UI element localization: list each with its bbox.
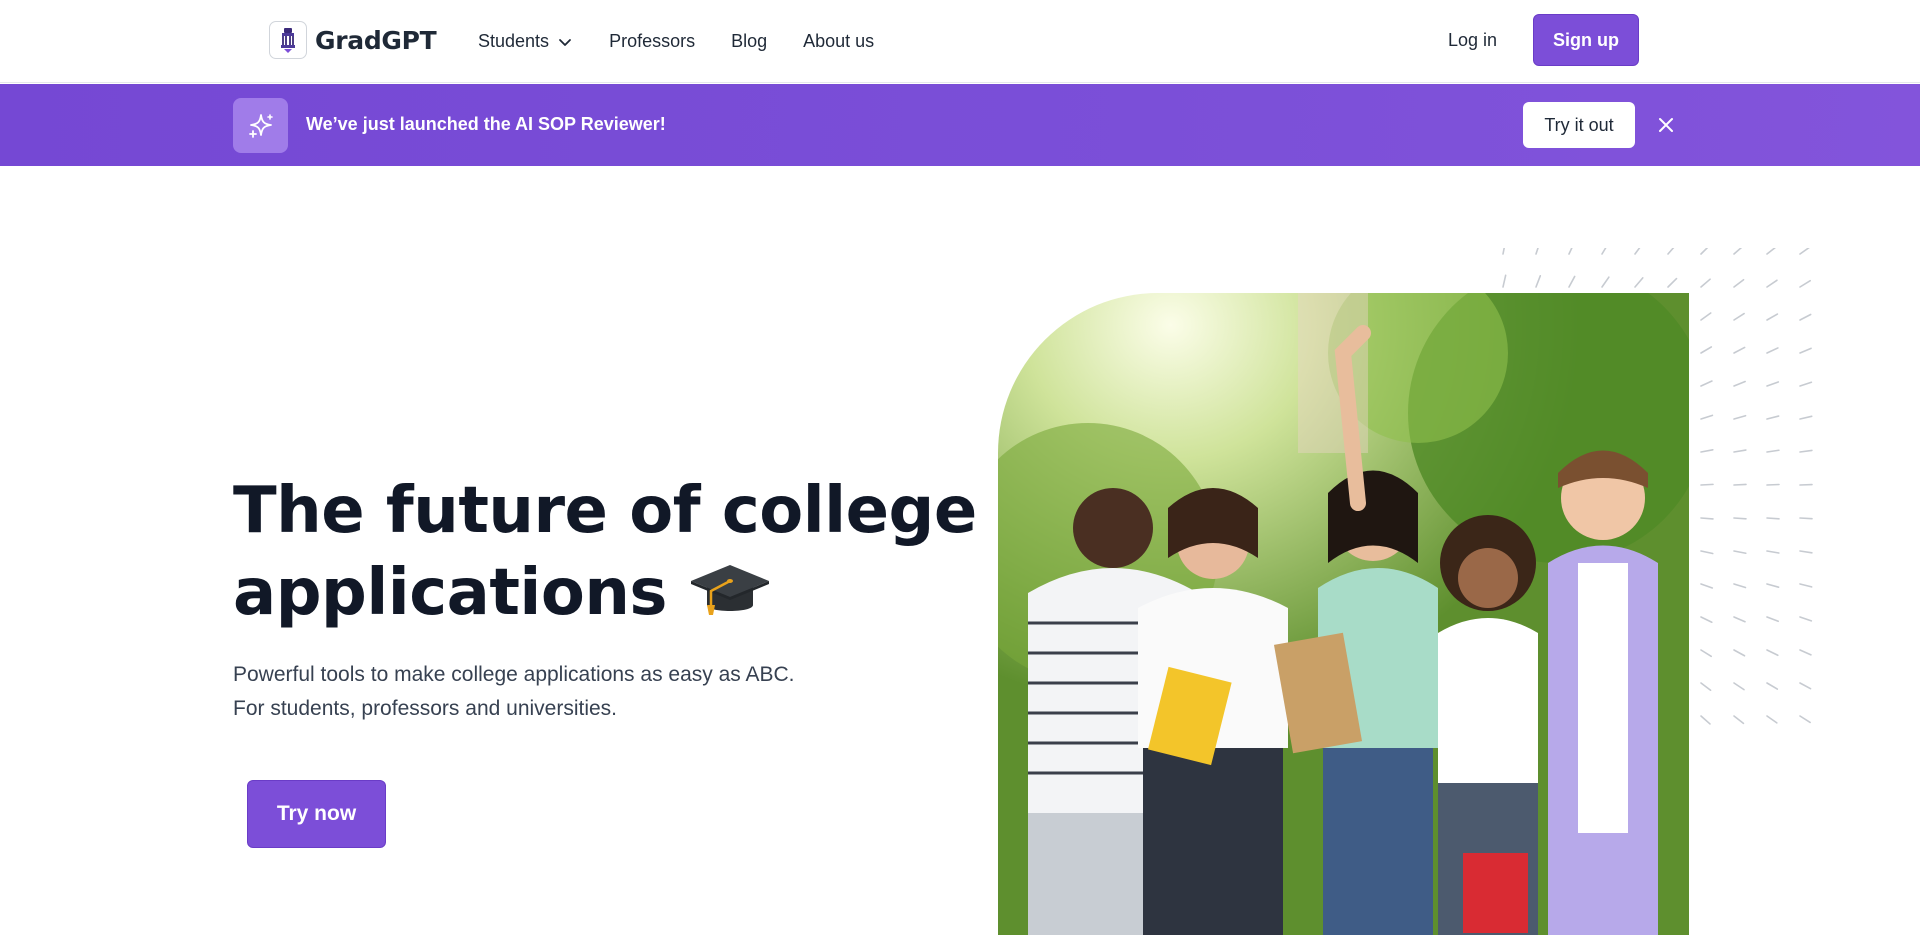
decorative-dash [1700,380,1713,387]
decorative-dash [1766,715,1778,724]
decorative-dash [1700,346,1713,354]
decorative-dash [1733,682,1745,691]
decorative-dash [1700,715,1711,725]
primary-nav: Students Professors Blog About us [478,0,874,83]
decorative-dash [1799,347,1812,354]
decorative-dash [1799,313,1812,321]
decorative-dash [1766,682,1779,690]
decorative-dash [1733,380,1746,387]
decorative-dash [1733,278,1745,288]
decorative-dash [1502,274,1507,288]
decorative-dash [1799,616,1813,622]
decorative-dash [1766,248,1776,255]
decorative-dash [1766,381,1780,387]
decorative-dash [1634,277,1644,288]
decorative-dash [1700,414,1714,420]
decorative-dash [1733,483,1747,486]
decorative-dash [1700,550,1714,555]
decorative-dash [1766,583,1780,588]
graduation-cap-icon [690,565,769,616]
decorative-dash [1799,649,1812,656]
decorative-dash [1799,381,1813,387]
banner-message: We’ve just launched the AI SOP Reviewer! [306,114,666,134]
hero-subtitle: Powerful tools to make college applicati… [233,658,794,726]
decorative-dash [1799,449,1813,453]
decorative-dash [1766,449,1780,453]
decorative-dash [1799,415,1813,420]
decorative-dash [1733,449,1747,453]
decorative-dash [1700,517,1714,520]
nav-link-students[interactable]: Students [478,31,573,52]
top-navigation: GradGPT Students Professors Blog About u… [0,0,1920,83]
login-link[interactable]: Log in [1448,30,1497,51]
logo-icon [269,21,307,59]
decorative-dash [1766,313,1779,321]
decorative-dash [1799,248,1810,255]
decorative-dash [1535,274,1542,288]
chevron-down-icon [559,38,571,46]
nav-link-students-label: Students [478,31,550,51]
decorative-dash [1700,448,1714,453]
decorative-dash [1733,550,1747,555]
decorative-dash [1766,550,1780,554]
decorative-dash [1766,649,1779,657]
decorative-dash [1733,312,1745,321]
try-it-out-button[interactable]: Try it out [1523,102,1635,148]
logo-text: GradGPT [315,25,437,55]
decorative-dash [1568,248,1573,255]
decorative-dash [1799,279,1812,288]
decorative-dash [1733,517,1747,520]
announcement-banner: We’ve just launched the AI SOP Reviewer!… [0,84,1920,166]
decorative-dash [1700,616,1713,624]
hero-title-line-2: applications [233,552,953,634]
decorative-dash [1799,550,1813,554]
decorative-dash [1700,248,1709,255]
nav-link-about-us[interactable]: About us [803,31,874,52]
decorative-dash [1700,583,1714,589]
close-icon[interactable] [1654,113,1678,137]
hero-subtitle-line-1: Powerful tools to make college applicati… [233,663,795,686]
decorative-dash [1601,248,1607,255]
decorative-dash [1733,583,1747,589]
hero-students-photo [998,293,1689,935]
decorative-dash [1766,616,1780,623]
decorative-dash [1766,347,1779,354]
decorative-dash [1733,649,1746,657]
decorative-dash [1502,248,1505,255]
decorative-dash [1799,715,1811,724]
hero-title-line-2-text: applications [233,556,667,630]
decorative-dash [1799,583,1813,588]
decorative-dash [1700,312,1712,321]
decorative-dash [1535,248,1539,255]
decorative-dash [1766,415,1780,420]
try-now-button[interactable]: Try now [247,780,386,848]
decorative-dash [1568,275,1576,288]
decorative-dash [1733,715,1745,725]
decorative-dash [1667,248,1675,255]
decorative-dash [1700,483,1714,486]
decorative-dash [1634,248,1641,255]
signup-button[interactable]: Sign up [1533,14,1639,66]
decorative-dash [1700,682,1712,692]
decorative-dash [1733,346,1746,354]
sparkles-icon [233,98,288,153]
decorative-dash [1733,616,1746,623]
decorative-dash [1667,277,1678,288]
decorative-dash [1799,517,1813,520]
hero-title-line-1: The future of college [233,474,977,548]
nav-link-professors[interactable]: Professors [609,31,695,52]
decorative-dash [1766,517,1780,520]
hero-title: The future of college applications [233,470,977,634]
decorative-dash [1766,279,1778,288]
logo-link[interactable]: GradGPT [269,21,437,59]
decorative-dash [1700,649,1713,658]
hero-subtitle-line-2: For students, professors and universitie… [233,697,618,720]
decorative-dash [1733,414,1747,420]
decorative-dash [1700,278,1711,288]
decorative-dash [1799,682,1812,690]
nav-link-blog[interactable]: Blog [731,31,767,52]
decorative-dash [1601,276,1610,288]
decorative-dash [1733,248,1743,255]
